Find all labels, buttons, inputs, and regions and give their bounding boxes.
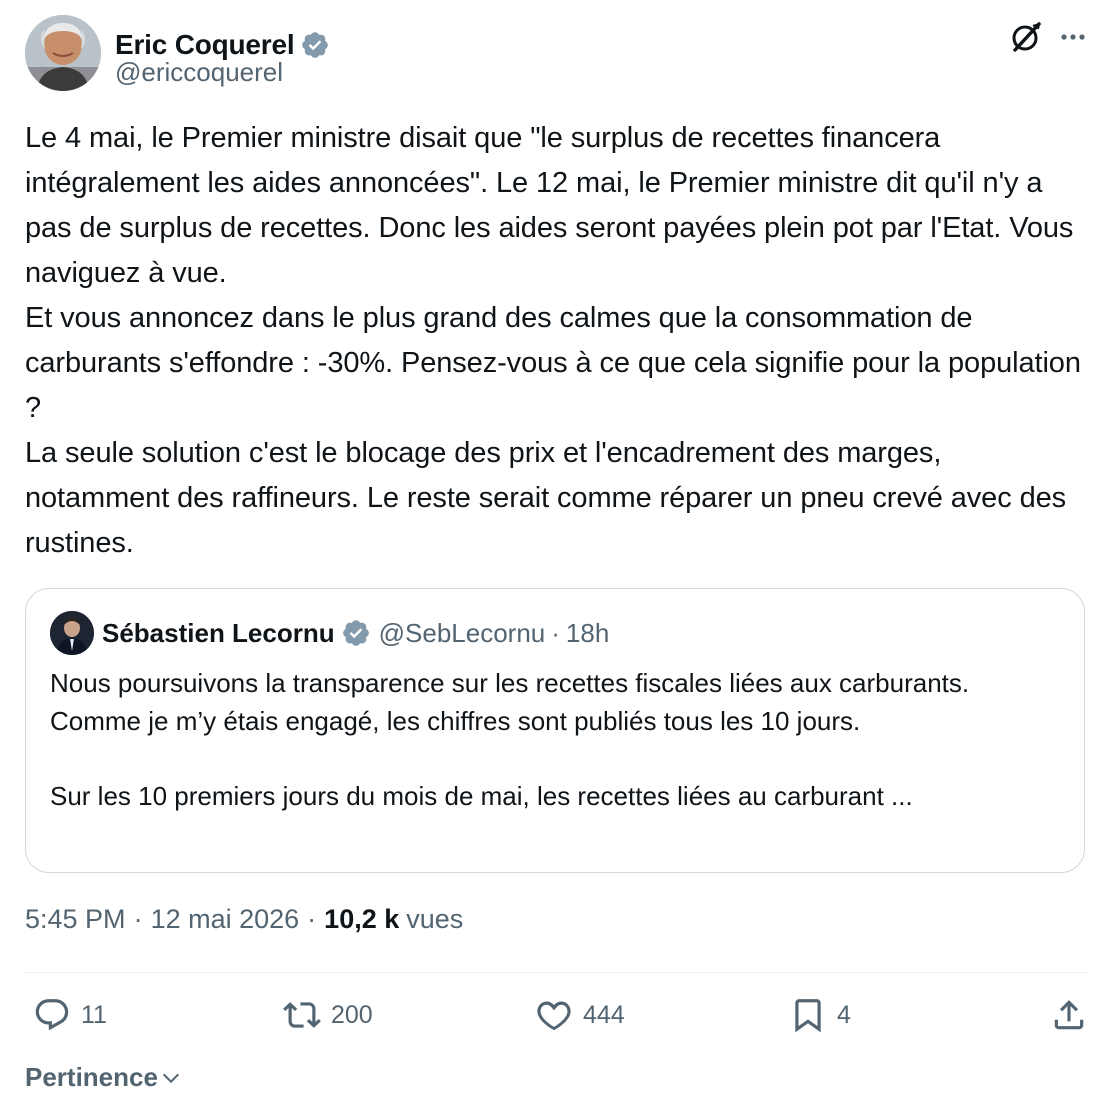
quoted-author-handle: @SebLecornu — [378, 617, 546, 648]
share-button[interactable] — [1050, 996, 1088, 1034]
repost-count: 200 — [331, 1000, 373, 1029]
verified-badge-icon — [342, 620, 369, 646]
quoted-separator: · — [551, 617, 560, 648]
quoted-text: Nous poursuivons la transparence sur les… — [50, 665, 1060, 815]
tweet-date[interactable]: 12 mai 2026 — [151, 904, 300, 935]
tweet-paragraph: La seule solution c'est le blocage des p… — [25, 437, 1067, 559]
tweet-meta: 5:45 PM · 12 mai 2026 · 10,2 k vues — [25, 904, 463, 935]
sort-label: Pertinence — [25, 1062, 158, 1092]
quoted-author-name: Sébastien Lecornu — [102, 617, 335, 648]
share-icon — [1054, 1000, 1084, 1030]
tweet-paragraph: Le 4 mai, le Premier ministre disait que… — [25, 122, 1074, 289]
like-count: 444 — [583, 1000, 625, 1029]
quoted-tweet[interactable]: Sébastien Lecornu @SebLecornu · 18h Nous… — [25, 588, 1085, 873]
repost-button[interactable]: 200 — [283, 996, 373, 1034]
top-actions — [1008, 19, 1088, 55]
divider — [25, 972, 1088, 973]
bookmark-icon — [795, 999, 821, 1033]
repost-icon — [283, 1002, 321, 1028]
quoted-paragraph-gap — [50, 740, 1060, 778]
bookmark-button[interactable]: 4 — [789, 996, 851, 1034]
quoted-header: Sébastien Lecornu @SebLecornu · 18h — [50, 611, 609, 655]
like-icon — [537, 1001, 571, 1031]
reply-count: 11 — [81, 1000, 107, 1029]
quoted-paragraph: Sur les 10 premiers jours du mois de mai… — [50, 780, 913, 811]
like-button[interactable]: 444 — [535, 996, 625, 1034]
grok-icon[interactable] — [1008, 19, 1044, 55]
author-avatar[interactable] — [25, 15, 101, 91]
meta-separator: · — [133, 904, 143, 934]
tweet-paragraph: Et vous annoncez dans le plus grand des … — [25, 302, 1081, 424]
tweet-text: Le 4 mai, le Premier ministre disait que… — [25, 116, 1087, 566]
quoted-timestamp: 18h — [565, 617, 610, 648]
quoted-paragraph: Nous poursuivons la transparence sur les… — [50, 668, 970, 736]
views-count: 10,2 k — [324, 904, 400, 934]
tweet-time[interactable]: 5:45 PM — [25, 904, 126, 935]
bookmark-count: 4 — [837, 1000, 851, 1029]
chevron-down-icon — [162, 1073, 179, 1083]
reply-button[interactable]: 11 — [33, 996, 107, 1034]
tweet-header: Eric Coquerel @ericcoquerel — [25, 15, 1088, 95]
views-label: vues — [406, 904, 464, 934]
action-bar: 11 200 444 4 — [25, 996, 1088, 1044]
reply-icon — [35, 999, 69, 1031]
author-handle[interactable]: @ericcoquerel — [115, 57, 283, 88]
quoted-avatar[interactable] — [50, 611, 94, 655]
verified-badge-icon — [302, 32, 329, 58]
more-icon[interactable] — [1058, 22, 1088, 52]
sort-dropdown[interactable]: Pertinence — [25, 1062, 182, 1093]
meta-separator: · — [307, 904, 317, 934]
